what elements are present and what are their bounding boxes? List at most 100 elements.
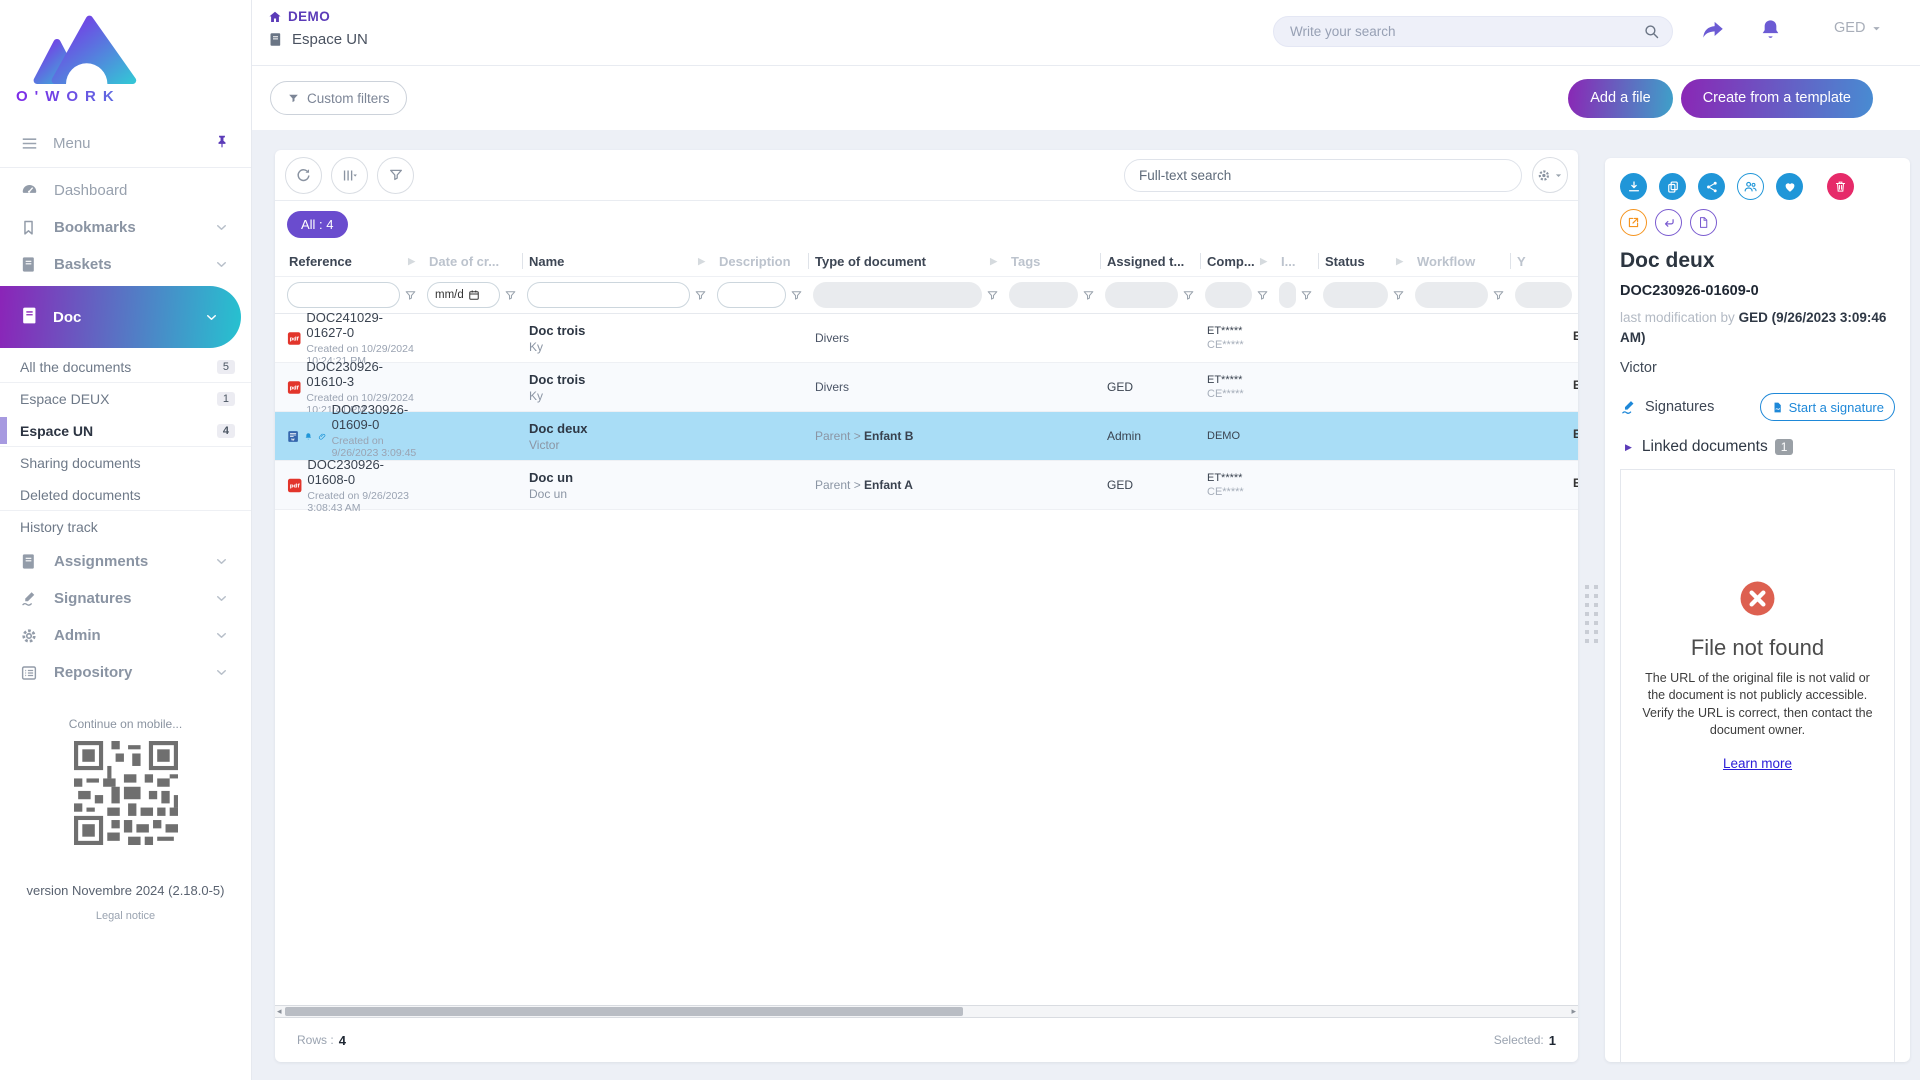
- table-row[interactable]: pdf DOC241029-01627-0Created on 10/29/20…: [275, 314, 1578, 363]
- column-header-reference[interactable]: Reference▶: [283, 246, 423, 276]
- filter-select-company[interactable]: [1205, 282, 1252, 308]
- filter-select-i[interactable]: [1279, 282, 1296, 308]
- tab-all[interactable]: All : 4: [287, 211, 348, 238]
- learn-more-link[interactable]: Learn more: [1723, 756, 1792, 771]
- global-search-input[interactable]: [1290, 24, 1643, 39]
- user-menu[interactable]: GED: [1834, 20, 1882, 36]
- sidebar-item-repository[interactable]: Repository: [0, 654, 251, 691]
- sidebar-item-doc[interactable]: Doc: [0, 286, 241, 348]
- sidebar-footer: Continue on mobile... version Novembre 2…: [0, 717, 251, 922]
- company-line2: CE*****: [1207, 486, 1275, 498]
- sidebar-item-deleted-documents[interactable]: Deleted documents: [0, 479, 251, 511]
- legal-notice-link[interactable]: Legal notice: [0, 910, 251, 922]
- scrollbar-thumb[interactable]: [285, 1007, 963, 1016]
- column-header-company[interactable]: Comp...▶: [1201, 246, 1275, 276]
- funnel-icon[interactable]: [504, 289, 517, 302]
- column-header-date-of-creation[interactable]: Date of cr...: [423, 246, 523, 276]
- sidebar-item-history-track[interactable]: History track: [0, 511, 251, 543]
- column-header-status[interactable]: Status▶: [1319, 246, 1411, 276]
- download-button[interactable]: [1620, 173, 1647, 200]
- scroll-left-arrow[interactable]: ◂: [277, 1006, 282, 1017]
- linked-documents-count: 1: [1775, 439, 1794, 455]
- sidebar-item-all-documents[interactable]: All the documents 5: [0, 351, 251, 383]
- table-settings-button[interactable]: [1532, 157, 1568, 193]
- notifications-bell-icon[interactable]: [1758, 17, 1783, 47]
- breadcrumb-root[interactable]: DEMO: [268, 9, 368, 24]
- filter-input-name[interactable]: [527, 282, 690, 308]
- filter-button[interactable]: [377, 157, 414, 194]
- funnel-icon[interactable]: [404, 289, 417, 302]
- sort-arrow-icon: ▶: [1260, 256, 1267, 267]
- share-shortcut-icon[interactable]: [1700, 17, 1726, 48]
- column-header-i[interactable]: I...: [1275, 246, 1319, 276]
- filter-select-workflow[interactable]: [1415, 282, 1488, 308]
- breadcrumb: DEMO Espace UN: [268, 9, 368, 48]
- horizontal-scrollbar[interactable]: ◂ ▸: [275, 1005, 1578, 1018]
- funnel-icon[interactable]: [790, 289, 803, 302]
- document-preview-button[interactable]: [1690, 209, 1717, 236]
- column-header-name[interactable]: Name▶: [523, 246, 713, 276]
- create-from-template-button[interactable]: Create from a template: [1681, 79, 1873, 118]
- sidebar-item-signatures[interactable]: Signatures: [0, 580, 251, 617]
- start-signature-button[interactable]: Start a signature: [1760, 393, 1895, 421]
- search-icon[interactable]: [1643, 23, 1660, 40]
- columns-button[interactable]: [331, 157, 368, 194]
- fulltext-search-input[interactable]: [1139, 168, 1507, 183]
- return-button[interactable]: [1655, 209, 1682, 236]
- favorite-button[interactable]: [1776, 173, 1803, 200]
- filter-select-clipped[interactable]: [1515, 282, 1572, 308]
- sub-item-label: Sharing documents: [20, 455, 141, 471]
- sidebar-item-assignments[interactable]: Assignments: [0, 543, 251, 580]
- linked-documents-toggle[interactable]: ▶ Linked documents 1: [1620, 438, 1895, 456]
- assigned-to: GED: [1107, 478, 1133, 492]
- breadcrumb-current-label: Espace UN: [292, 31, 368, 48]
- table-row[interactable]: pdf DOC230926-01610-3Created on 10/29/20…: [275, 363, 1578, 412]
- filter-input-date[interactable]: mm/d: [427, 282, 500, 308]
- sidebar-item-label: Repository: [54, 664, 132, 681]
- filter-input-reference[interactable]: [287, 282, 400, 308]
- column-header-description[interactable]: Description: [713, 246, 809, 276]
- breadcrumb-current[interactable]: Espace UN: [268, 31, 368, 48]
- scroll-right-arrow[interactable]: ▸: [1571, 1006, 1576, 1017]
- custom-filters-button[interactable]: Custom filters: [270, 81, 407, 115]
- funnel-icon[interactable]: [986, 289, 999, 302]
- filter-input-description[interactable]: [717, 282, 786, 308]
- table-header-row: Reference▶ Date of cr... Name▶ Descripti…: [275, 246, 1578, 276]
- funnel-icon[interactable]: [1392, 289, 1405, 302]
- funnel-icon[interactable]: [1256, 289, 1269, 302]
- panel-resize-handle[interactable]: [1585, 585, 1598, 643]
- funnel-icon[interactable]: [1182, 289, 1195, 302]
- sidebar-item-dashboard[interactable]: Dashboard: [0, 172, 251, 209]
- sidebar-item-sharing-documents[interactable]: Sharing documents: [0, 447, 251, 479]
- sidebar-item-espace-deux[interactable]: Espace DEUX 1: [0, 383, 251, 415]
- filter-select-status[interactable]: [1323, 282, 1388, 308]
- add-file-button[interactable]: Add a file: [1568, 79, 1672, 118]
- delete-button[interactable]: [1827, 173, 1854, 200]
- column-header-workflow[interactable]: Workflow: [1411, 246, 1511, 276]
- filter-select-assigned[interactable]: [1105, 282, 1178, 308]
- document-name: Doc trois: [529, 372, 713, 387]
- sidebar-item-baskets[interactable]: Baskets: [0, 246, 251, 283]
- permissions-button[interactable]: [1737, 173, 1764, 200]
- pin-sidebar-icon[interactable]: [215, 133, 229, 153]
- column-header-assigned-to[interactable]: Assigned t...: [1101, 246, 1201, 276]
- funnel-icon[interactable]: [1082, 289, 1095, 302]
- refresh-button[interactable]: [285, 157, 322, 194]
- filter-select-type[interactable]: [813, 282, 982, 308]
- sidebar-item-espace-un[interactable]: Espace UN 4: [0, 415, 251, 447]
- menu-toggle[interactable]: Menu: [0, 123, 251, 163]
- table-row[interactable]: pdf DOC230926-01608-0Created on 9/26/202…: [275, 461, 1578, 510]
- funnel-icon[interactable]: [694, 289, 707, 302]
- funnel-icon[interactable]: [1492, 289, 1505, 302]
- share-button[interactable]: [1698, 173, 1725, 200]
- open-external-button[interactable]: [1620, 209, 1647, 236]
- filter-select-tags[interactable]: [1009, 282, 1078, 308]
- sidebar-item-admin[interactable]: Admin: [0, 617, 251, 654]
- column-header-tags[interactable]: Tags: [1005, 246, 1101, 276]
- column-header-clipped[interactable]: Y: [1511, 246, 1578, 276]
- column-header-type[interactable]: Type of document▶: [809, 246, 1005, 276]
- table-row-selected[interactable]: w DOC230926-01609-0Created on 9/26/2023 …: [275, 412, 1578, 461]
- duplicate-button[interactable]: [1659, 173, 1686, 200]
- funnel-icon[interactable]: [1300, 289, 1313, 302]
- sidebar-item-bookmarks[interactable]: Bookmarks: [0, 209, 251, 246]
